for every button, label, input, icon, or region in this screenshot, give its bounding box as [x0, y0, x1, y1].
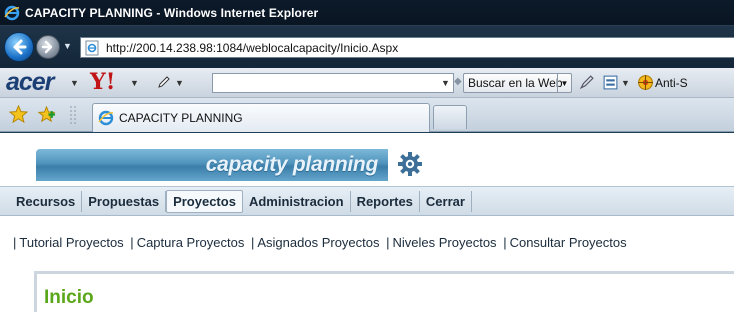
acer-dropdown-icon[interactable]: ▼ — [70, 78, 79, 88]
antispy-label[interactable]: Anti-S — [655, 76, 688, 90]
search-web-button[interactable]: Buscar en la Web ▼ — [463, 73, 572, 93]
submenu-separator: | — [386, 235, 390, 250]
app-logo[interactable]: capacity planning — [36, 149, 390, 181]
highlight-pen-icon[interactable] — [578, 74, 595, 91]
menu-administracion[interactable]: Administracion — [243, 190, 351, 212]
submenu-separator: | — [13, 235, 17, 250]
favorites-star-icon[interactable] — [9, 105, 28, 124]
tab-grip-icon — [70, 106, 76, 124]
back-arrow-icon — [13, 39, 27, 55]
forward-button[interactable] — [36, 35, 60, 59]
submenu-tutorial-proyectos[interactable]: Tutorial Proyectos — [19, 235, 123, 250]
page-icon — [85, 40, 99, 55]
recent-pages-dropdown-icon[interactable]: ▼ — [63, 41, 72, 51]
browser-tab[interactable]: CAPACITY PLANNING — [92, 103, 430, 132]
page-heading: Inicio — [44, 287, 94, 308]
tab-ie-icon — [98, 110, 114, 126]
gear-icon[interactable] — [396, 150, 424, 178]
menu-reportes[interactable]: Reportes — [351, 190, 420, 212]
menu-propuestas[interactable]: Propuestas — [82, 190, 167, 212]
pencil-icon[interactable] — [156, 74, 172, 90]
submenu-asignados-proyectos[interactable]: Asignados Proyectos — [257, 235, 379, 250]
tab-row: CAPACITY PLANNING — [0, 98, 734, 132]
menu-cerrar[interactable]: Cerrar — [420, 190, 472, 212]
form-fill-dropdown-icon[interactable]: ▼ — [621, 78, 630, 88]
submenu-separator: | — [503, 235, 507, 250]
yahoo-logo[interactable]: Y! — [90, 69, 115, 95]
submenu-separator: | — [130, 235, 134, 250]
toolbar-search-input[interactable] — [212, 73, 454, 93]
add-favorite-icon[interactable] — [37, 105, 56, 124]
yahoo-dropdown-icon[interactable]: ▼ — [130, 78, 139, 88]
acer-logo[interactable]: acer — [6, 69, 54, 95]
browser-toolbar: acer ▼ Y! ▼ ▼ ▼ ◆ Buscar en la Web ▼ ▼ A… — [0, 68, 734, 98]
main-menu: Recursos Propuestas Proyectos Administra… — [0, 186, 734, 216]
toolbar-separator-icon: ◆ — [454, 76, 462, 87]
project-submenu: | Tutorial Proyectos | Captura Proyectos |… — [10, 235, 627, 250]
antispy-icon[interactable] — [637, 74, 654, 91]
address-bar[interactable]: http://200.14.238.98:1084/weblocalcapaci… — [80, 37, 734, 58]
menu-recursos[interactable]: Recursos — [10, 190, 83, 212]
submenu-consultar-proyectos[interactable]: Consultar Proyectos — [510, 235, 627, 250]
content-panel — [34, 271, 734, 312]
form-fill-icon[interactable] — [602, 74, 619, 91]
submenu-separator: | — [250, 235, 255, 250]
search-input-dropdown-icon[interactable]: ▼ — [441, 78, 450, 88]
menu-proyectos[interactable]: Proyectos — [166, 189, 243, 213]
app-logo-text: capacity planning — [205, 153, 379, 176]
address-row: ▼ http://200.14.238.98:1084/weblocalcapa… — [0, 26, 734, 68]
submenu-captura-proyectos[interactable]: Captura Proyectos — [137, 235, 245, 250]
tab-label: CAPACITY PLANNING — [119, 111, 243, 125]
app-logo-bar: capacity planning — [36, 149, 388, 181]
search-web-dropdown-icon[interactable]: ▼ — [557, 74, 571, 92]
forward-arrow-icon — [41, 40, 53, 54]
window-title-bar: CAPACITY PLANNING - Windows Internet Exp… — [0, 0, 734, 26]
window-title: CAPACITY PLANNING - Windows Internet Exp… — [25, 5, 319, 20]
address-url[interactable]: http://200.14.238.98:1084/weblocalcapaci… — [106, 41, 398, 55]
back-button[interactable] — [4, 32, 34, 62]
search-web-label: Buscar en la Web — [468, 76, 563, 90]
pencil-dropdown-icon[interactable]: ▼ — [175, 78, 184, 88]
submenu-niveles-proyectos[interactable]: Niveles Proyectos — [393, 235, 497, 250]
internet-explorer-icon — [4, 5, 20, 20]
page-content: capacity planning Recursos Propuestas Pr… — [0, 133, 734, 312]
new-tab-button[interactable] — [433, 105, 467, 129]
